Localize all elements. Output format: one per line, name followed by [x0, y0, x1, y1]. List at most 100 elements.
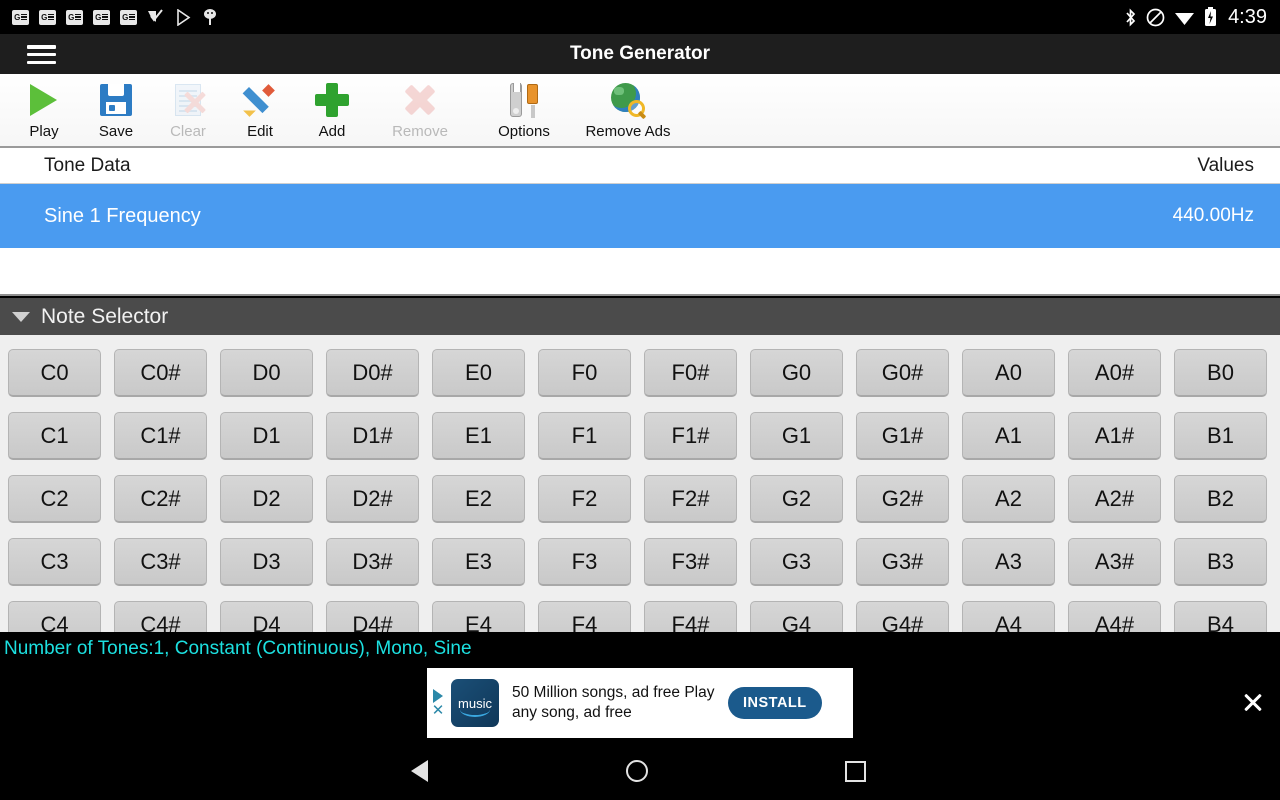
- note-button[interactable]: E4: [432, 601, 525, 632]
- play-button-label: Play: [29, 123, 59, 140]
- floppy-disk-icon: [98, 82, 134, 118]
- note-button[interactable]: B1: [1174, 412, 1267, 460]
- play-store-icon: [177, 8, 191, 26]
- note-button[interactable]: F1: [538, 412, 631, 460]
- note-button[interactable]: G3#: [856, 538, 949, 586]
- note-row: C3 C3# D3 D3# E3 F3 F3# G3 G3# A3 A3# B3: [0, 538, 1280, 586]
- note-button[interactable]: E1: [432, 412, 525, 460]
- status-bar-notifications: G G G G G: [0, 8, 218, 26]
- clear-button-label: Clear: [170, 123, 206, 140]
- clear-document-icon: [170, 82, 206, 118]
- note-button[interactable]: F3: [538, 538, 631, 586]
- note-button[interactable]: A3: [962, 538, 1055, 586]
- note-button[interactable]: C1#: [114, 412, 207, 460]
- save-button[interactable]: Save: [80, 74, 152, 146]
- edit-button-label: Edit: [247, 123, 273, 140]
- note-button[interactable]: G0#: [856, 349, 949, 397]
- note-button[interactable]: C0: [8, 349, 101, 397]
- clear-button[interactable]: Clear: [152, 74, 224, 146]
- status-bar: G G G G G 4:39: [0, 0, 1280, 34]
- adchoices-icon[interactable]: ✕: [427, 668, 449, 738]
- note-button[interactable]: B0: [1174, 349, 1267, 397]
- gmail-icon: G: [12, 9, 29, 25]
- remove-ads-button-label: Remove Ads: [585, 123, 671, 140]
- note-selector-header[interactable]: Note Selector: [0, 298, 1280, 335]
- note-button[interactable]: D0: [220, 349, 313, 397]
- back-triangle-icon[interactable]: [411, 760, 428, 782]
- note-button[interactable]: D0#: [326, 349, 419, 397]
- note-button[interactable]: G0: [750, 349, 843, 397]
- note-button[interactable]: C2#: [114, 475, 207, 523]
- note-button[interactable]: F3#: [644, 538, 737, 586]
- ad-banner[interactable]: ✕ music 50 Million songs, ad free Play a…: [427, 668, 853, 738]
- note-button[interactable]: B3: [1174, 538, 1267, 586]
- note-button[interactable]: A3#: [1068, 538, 1161, 586]
- remove-button[interactable]: Remove: [368, 74, 472, 146]
- recents-square-icon[interactable]: [845, 761, 866, 782]
- play-button[interactable]: Play: [8, 74, 80, 146]
- ad-install-button[interactable]: INSTALL: [728, 687, 822, 719]
- note-button[interactable]: B2: [1174, 475, 1267, 523]
- note-button[interactable]: C4: [8, 601, 101, 632]
- options-button[interactable]: Options: [472, 74, 576, 146]
- note-button[interactable]: G4: [750, 601, 843, 632]
- home-circle-icon[interactable]: [626, 760, 648, 782]
- note-button[interactable]: D4: [220, 601, 313, 632]
- note-button[interactable]: D3: [220, 538, 313, 586]
- table-row[interactable]: Sine 1 Frequency 440.00Hz: [0, 184, 1280, 248]
- ad-app-logo: music: [451, 679, 499, 727]
- note-button[interactable]: A0: [962, 349, 1055, 397]
- note-button[interactable]: D1: [220, 412, 313, 460]
- note-button[interactable]: B4: [1174, 601, 1267, 632]
- toolbar: Play Save Clear Edit Add Remove Options: [0, 74, 1280, 148]
- amazon-smile-icon: [460, 708, 490, 717]
- note-button[interactable]: A0#: [1068, 349, 1161, 397]
- note-button[interactable]: F2: [538, 475, 631, 523]
- note-button[interactable]: D2: [220, 475, 313, 523]
- note-button[interactable]: F0#: [644, 349, 737, 397]
- note-button[interactable]: C2: [8, 475, 101, 523]
- note-button[interactable]: C3#: [114, 538, 207, 586]
- note-button[interactable]: A2#: [1068, 475, 1161, 523]
- note-button[interactable]: G1: [750, 412, 843, 460]
- table-header-row: Tone Data Values: [0, 148, 1280, 184]
- close-icon[interactable]: [1236, 686, 1270, 720]
- note-button[interactable]: F0: [538, 349, 631, 397]
- note-button[interactable]: C1: [8, 412, 101, 460]
- note-button[interactable]: D1#: [326, 412, 419, 460]
- note-button[interactable]: E0: [432, 349, 525, 397]
- add-button-label: Add: [318, 123, 346, 140]
- note-button[interactable]: E2: [432, 475, 525, 523]
- note-button[interactable]: D3#: [326, 538, 419, 586]
- note-button[interactable]: F4#: [644, 601, 737, 632]
- footer-status-bar: Number of Tones:1, Constant (Continuous)…: [0, 632, 1280, 666]
- ad-dismiss-x-icon[interactable]: ✕: [432, 703, 445, 718]
- note-button[interactable]: E3: [432, 538, 525, 586]
- note-button[interactable]: C3: [8, 538, 101, 586]
- note-button[interactable]: G2#: [856, 475, 949, 523]
- note-button[interactable]: G1#: [856, 412, 949, 460]
- note-button[interactable]: A4: [962, 601, 1055, 632]
- edit-button[interactable]: Edit: [224, 74, 296, 146]
- note-button[interactable]: A1: [962, 412, 1055, 460]
- add-button[interactable]: Add: [296, 74, 368, 146]
- note-button[interactable]: D2#: [326, 475, 419, 523]
- note-button[interactable]: G3: [750, 538, 843, 586]
- note-button[interactable]: D4#: [326, 601, 419, 632]
- note-button[interactable]: G4#: [856, 601, 949, 632]
- note-button[interactable]: A1#: [1068, 412, 1161, 460]
- note-button[interactable]: F1#: [644, 412, 737, 460]
- gmail-icon: G: [93, 9, 110, 25]
- note-button[interactable]: A4#: [1068, 601, 1161, 632]
- status-bar-system: 4:39: [1124, 6, 1280, 29]
- note-button[interactable]: F4: [538, 601, 631, 632]
- remove-ads-button[interactable]: Remove Ads: [576, 74, 680, 146]
- note-button[interactable]: C4#: [114, 601, 207, 632]
- note-button[interactable]: F2#: [644, 475, 737, 523]
- remove-button-label: Remove: [392, 123, 448, 140]
- note-button[interactable]: C0#: [114, 349, 207, 397]
- note-button[interactable]: A2: [962, 475, 1055, 523]
- note-button[interactable]: G2: [750, 475, 843, 523]
- page-title: Tone Generator: [569, 43, 711, 64]
- android-icon: [204, 9, 216, 25]
